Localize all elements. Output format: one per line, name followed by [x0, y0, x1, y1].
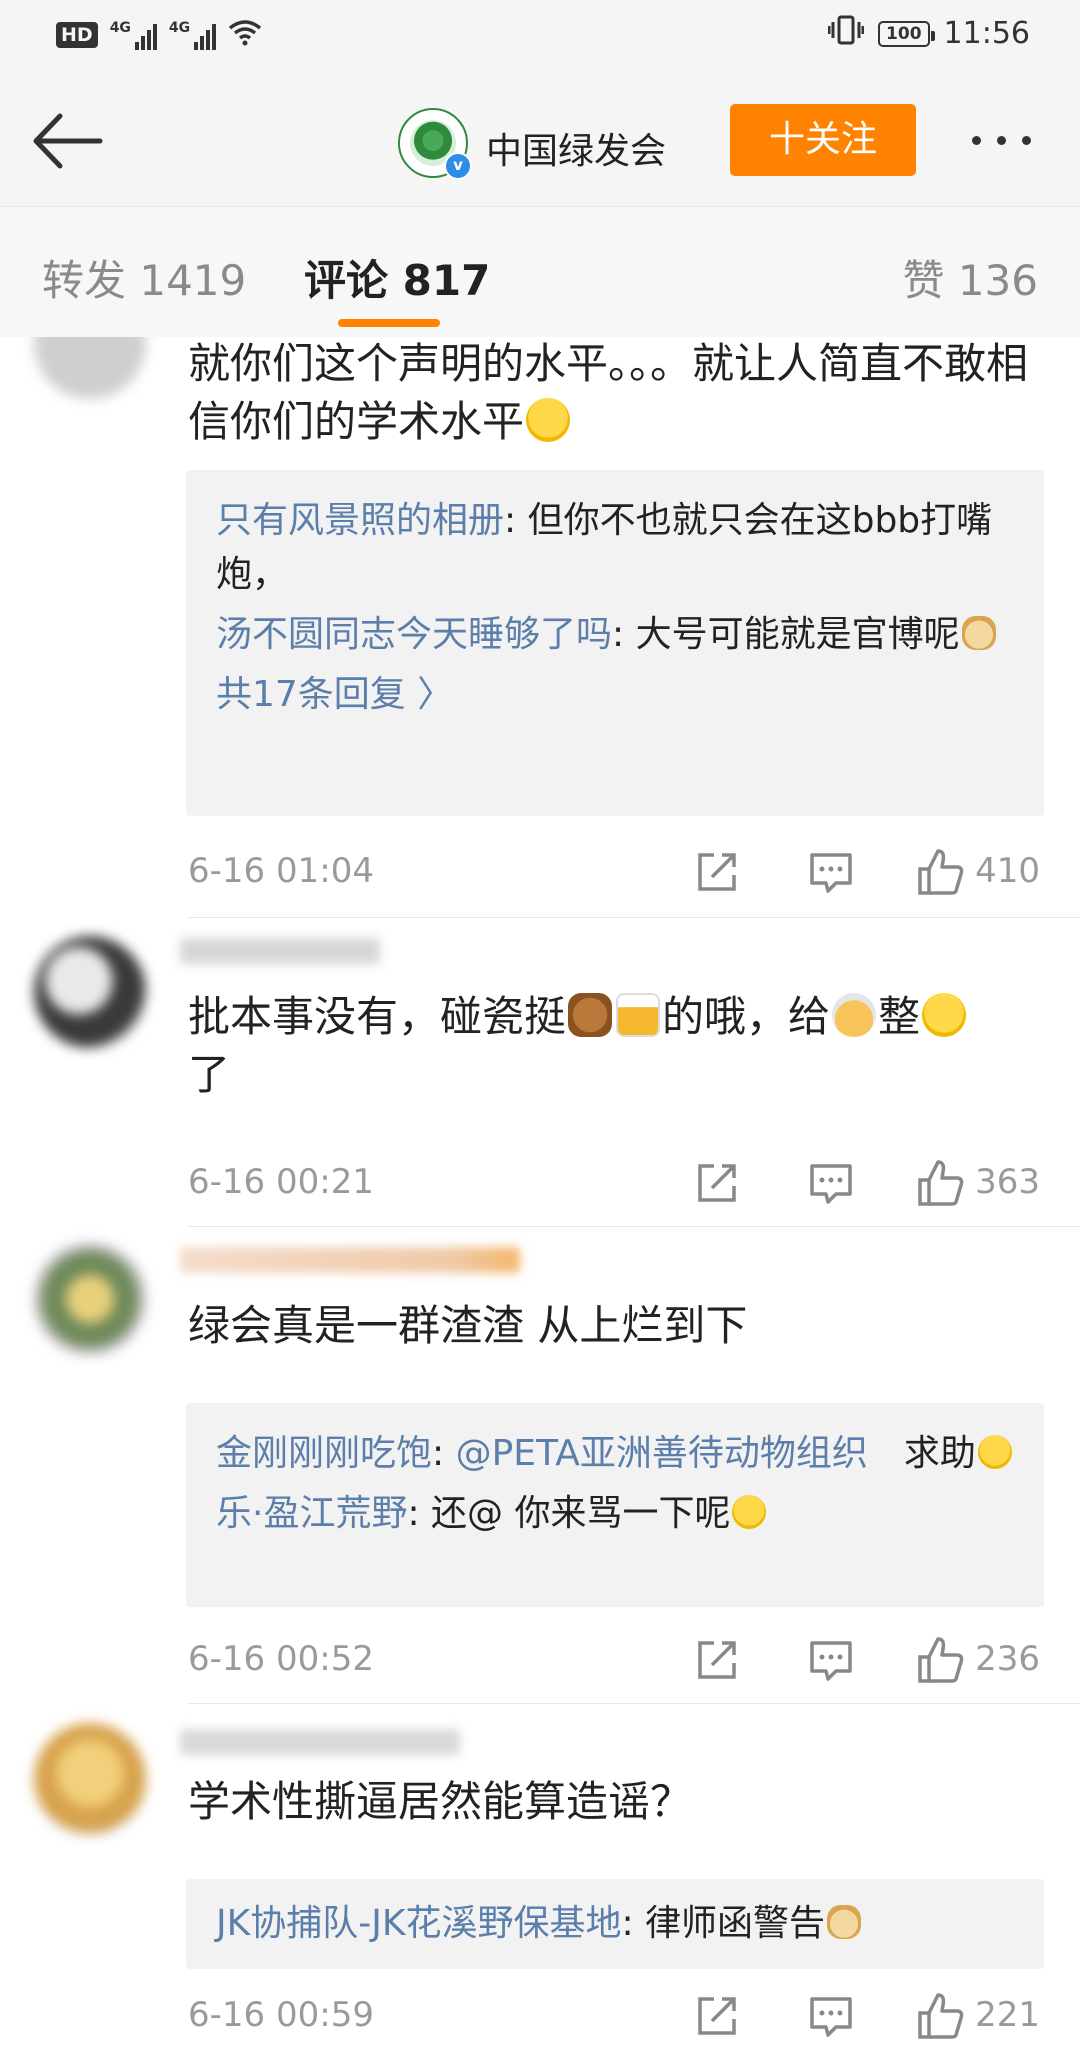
comment-time: 6-16 01:04	[188, 851, 374, 891]
tab-likes[interactable]: 赞 136	[902, 247, 1038, 308]
status-bar: HD 4G 4G 100 11:56	[0, 0, 1080, 76]
reply-box[interactable]: JK协捕队-JK花溪野保基地: 律师函警告	[186, 1879, 1044, 1969]
battery-icon: 100	[878, 20, 934, 47]
repost-icon[interactable]	[692, 1158, 742, 1208]
commenter-avatar[interactable]	[34, 1723, 146, 1835]
smile-emoji-icon	[922, 993, 967, 1037]
comment-text: 就你们这个声明的水平。。。就让人简直不敢相信你们的学术水平	[188, 339, 1029, 446]
comment-time: 6-16 00:59	[188, 1995, 374, 2035]
reply-author[interactable]: 乐·盈江荒野	[216, 1493, 407, 1534]
comment-time: 6-16 00:52	[188, 1639, 374, 1679]
follow-button[interactable]: 十关注	[730, 104, 916, 176]
reply-author[interactable]: 只有风景照的相册	[216, 500, 504, 541]
reply-item: JK协捕队-JK花溪野保基地: 律师函警告	[216, 1897, 1014, 1951]
comment-meta: 6-16 01:04 410	[188, 847, 1050, 897]
repost-icon[interactable]	[692, 1635, 742, 1685]
reply-item: 金刚刚刚吃饱: @PETA亚洲善待动物组织 求助	[216, 1427, 1014, 1481]
comment-icon[interactable]	[806, 1635, 856, 1685]
like-thumb-icon[interactable]	[916, 1158, 966, 1208]
beer-emoji-icon	[616, 993, 661, 1037]
reply-author[interactable]: 汤不圆同志今天睡够了吗	[216, 614, 612, 655]
tab-bar: 转发 1419 评论 817 赞 136	[0, 207, 1080, 337]
vibrate-icon	[827, 14, 865, 53]
account-avatar[interactable]: v	[398, 108, 472, 180]
tab-reposts[interactable]: 转发 1419	[42, 247, 246, 308]
account-name[interactable]: 中国绿发会	[486, 122, 666, 174]
sweat-smile-emoji-icon	[526, 398, 571, 442]
reply-author[interactable]: JK协捕队-JK花溪野保基地	[216, 1903, 621, 1944]
like-count: 236	[975, 1639, 1040, 1679]
reply-author[interactable]: 金刚刚刚吃饱	[216, 1433, 432, 1474]
commenter-avatar[interactable]	[34, 1243, 146, 1355]
comment-icon[interactable]	[806, 1991, 856, 2041]
status-right: 100 11:56	[827, 14, 1030, 53]
status-left: HD 4G 4G	[56, 18, 262, 52]
doge-emoji-icon	[961, 616, 996, 650]
back-arrow-icon[interactable]	[28, 106, 108, 176]
view-more-replies-link[interactable]: 共17条回复 〉	[216, 668, 1014, 722]
commenter-name-blurred[interactable]	[180, 1247, 520, 1273]
hd-badge: HD	[56, 22, 98, 48]
comment-text: 批本事没有，碰瓷挺 的哦，给整了	[188, 988, 1048, 1104]
active-tab-indicator	[338, 319, 440, 327]
cow-emoji-icon	[568, 993, 613, 1037]
signal-label: 4G	[109, 20, 131, 36]
comment-icon[interactable]	[806, 847, 856, 897]
wifi-icon	[228, 18, 262, 52]
comment-list: 就你们这个声明的水平。。。就让人简直不敢相信你们的学术水平 只有风景照的相册: …	[0, 337, 1080, 2051]
like-thumb-icon[interactable]	[916, 1991, 966, 2041]
signal-label-2: 4G	[168, 20, 191, 36]
laugh-cry-emoji-icon	[732, 1495, 767, 1529]
top-nav-bar: v 中国绿发会 十关注	[0, 76, 1080, 207]
status-time: 11:56	[943, 16, 1030, 51]
verified-badge-icon: v	[444, 152, 472, 180]
signal-icon: 4G	[110, 20, 157, 50]
comment-text: 学术性撕逼居然能算造谣？	[188, 1777, 693, 1826]
mention-link[interactable]: @PETA亚洲善待动物组织	[456, 1433, 868, 1474]
commenter-name-blurred[interactable]	[180, 938, 380, 964]
like-count: 363	[975, 1162, 1040, 1202]
repost-icon[interactable]	[692, 847, 742, 897]
comment-text: 绿会真是一群渣渣 从上烂到下	[188, 1301, 748, 1350]
more-menu-icon[interactable]	[972, 136, 1031, 145]
commenter-name-blurred[interactable]	[180, 1729, 460, 1755]
old-man-emoji-icon	[832, 993, 877, 1037]
comment-icon[interactable]	[806, 1158, 856, 1208]
divider	[188, 917, 1080, 918]
doge-emoji-icon	[827, 1905, 862, 1939]
signal-icon-2: 4G	[168, 20, 217, 50]
reply-item: 乐·盈江荒野: 还@ 你来骂一下呢	[216, 1487, 1014, 1541]
like-thumb-icon[interactable]	[916, 1635, 966, 1685]
commenter-avatar[interactable]	[34, 337, 146, 399]
reply-box[interactable]: 金刚刚刚吃饱: @PETA亚洲善待动物组织 求助 乐·盈江荒野: 还@ 你来骂一…	[186, 1403, 1044, 1607]
repost-icon[interactable]	[692, 1991, 742, 2041]
comment-meta: 6-16 00:52 236	[188, 1635, 1050, 1685]
like-count: 410	[975, 851, 1040, 891]
tab-comments[interactable]: 评论 817	[304, 247, 490, 308]
reply-box[interactable]: 只有风景照的相册: 但你不也就只会在这bbb打嘴炮， 汤不圆同志今天睡够了吗: …	[186, 470, 1044, 816]
commenter-avatar[interactable]	[34, 936, 146, 1048]
like-count: 221	[975, 1995, 1040, 2035]
reply-item: 只有风景照的相册: 但你不也就只会在这bbb打嘴炮，	[216, 500, 993, 595]
like-thumb-icon[interactable]	[916, 847, 966, 897]
eye-roll-emoji-icon	[977, 1435, 1012, 1469]
divider	[188, 1703, 1080, 1704]
comment-meta: 6-16 00:21 363	[188, 1158, 1050, 1208]
comment-time: 6-16 00:21	[188, 1162, 374, 1202]
reply-item: 汤不圆同志今天睡够了吗: 大号可能就是官博呢	[216, 608, 1014, 662]
divider	[188, 1226, 1080, 1227]
comment-meta: 6-16 00:59 221	[188, 1991, 1050, 2041]
